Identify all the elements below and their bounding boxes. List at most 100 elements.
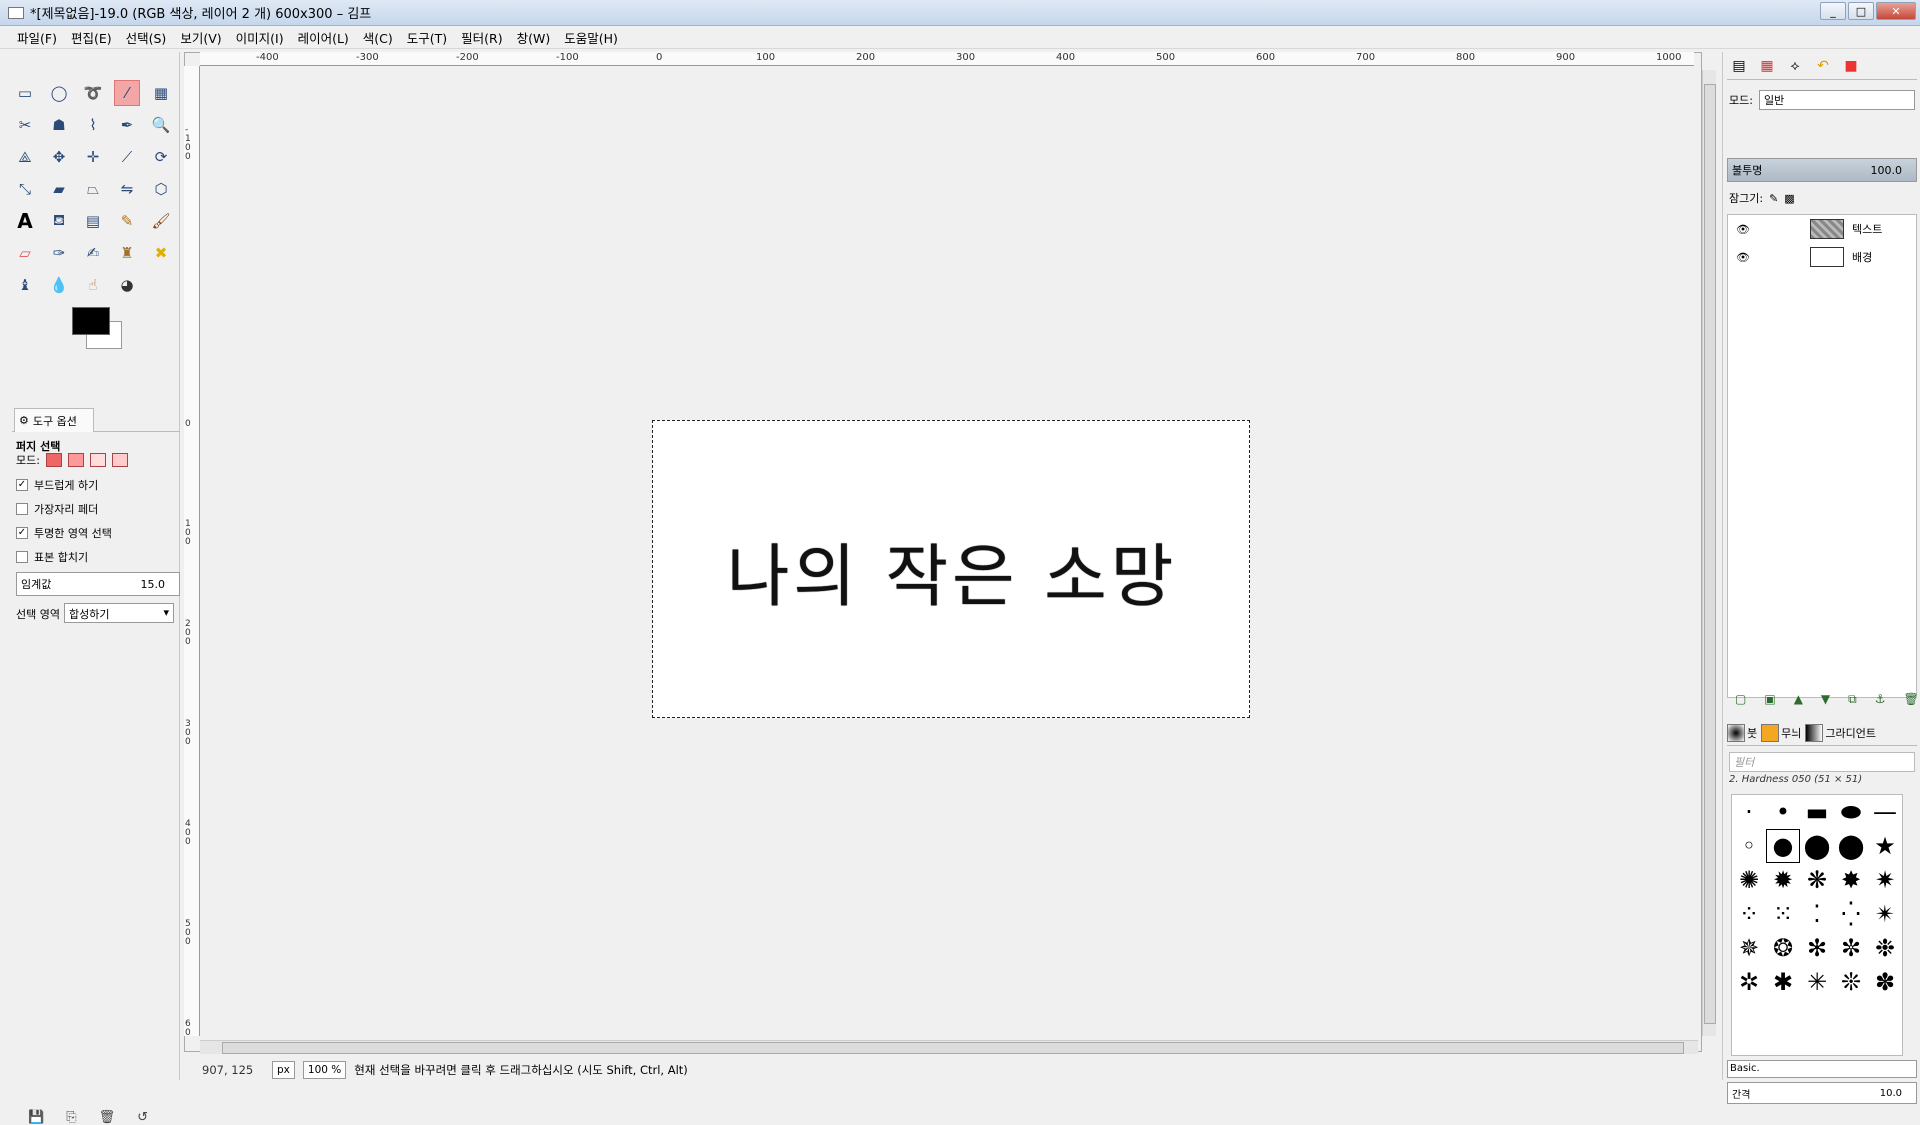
mode-intersect-button[interactable] xyxy=(111,453,128,467)
perspective-icon[interactable]: ⏢ xyxy=(80,176,106,202)
brush-item[interactable]: ▬ xyxy=(1800,795,1834,829)
scissors-select-icon[interactable]: ✂ xyxy=(12,112,38,138)
antialias-option[interactable]: ✓ 부드럽게 하기 xyxy=(16,477,98,493)
color-picker-icon[interactable]: ✒ xyxy=(114,112,140,138)
layer-row[interactable]: 👁 텍스트 xyxy=(1736,217,1920,241)
dodge-burn-icon[interactable]: ◕ xyxy=(114,272,140,298)
eye-icon[interactable]: 👁 xyxy=(1736,251,1750,264)
eraser-icon[interactable]: ▱ xyxy=(12,240,38,266)
tab-gradients[interactable]: 그라디언트 xyxy=(1805,723,1876,742)
brush-spacing-slider[interactable]: 간격 10.0 xyxy=(1727,1082,1917,1104)
anchor-layer-icon[interactable]: ⚓ xyxy=(1875,692,1886,707)
tool-options-tab[interactable]: ⚙ 도구 옵션 xyxy=(14,408,94,432)
vertical-scrollbar-thumb[interactable] xyxy=(1704,84,1716,1024)
brush-item[interactable]: ✳ xyxy=(1800,965,1834,999)
undo-tab-icon[interactable]: ↶ xyxy=(1811,54,1835,78)
zoom-select[interactable]: 100 % xyxy=(302,1061,347,1079)
sample-merged-checkbox[interactable] xyxy=(16,551,28,563)
brush-item[interactable]: ⁛ xyxy=(1834,897,1868,931)
lock-pixels-icon[interactable]: ✎ xyxy=(1769,192,1778,205)
vertical-scrollbar[interactable] xyxy=(1702,70,1716,1036)
tab-brushes[interactable]: 붓 xyxy=(1727,723,1757,742)
menu-edit[interactable]: 편집(E) xyxy=(64,26,119,49)
brush-item[interactable]: ⁙ xyxy=(1766,897,1800,931)
unit-select[interactable]: px xyxy=(272,1061,295,1079)
brush-item[interactable]: ✷ xyxy=(1868,863,1902,897)
heal-icon[interactable]: ✖ xyxy=(148,240,174,266)
crop-icon[interactable]: ⟋ xyxy=(114,144,140,170)
channels-tab-icon[interactable]: ▦ xyxy=(1755,54,1779,78)
brush-item[interactable]: ❋ xyxy=(1800,863,1834,897)
threshold-spinner[interactable]: 임계값 15.0 xyxy=(16,572,180,596)
brush-item[interactable]: ✱ xyxy=(1766,965,1800,999)
brush-item[interactable]: ✵ xyxy=(1732,931,1766,965)
brush-item[interactable]: ✸ xyxy=(1834,863,1868,897)
ink-icon[interactable]: ✍ xyxy=(80,240,106,266)
transparent-option[interactable]: ✓ 투명한 영역 선택 xyxy=(16,525,112,541)
layer-row[interactable]: 👁 배경 xyxy=(1736,245,1920,269)
save-options-icon[interactable]: 💾 xyxy=(28,1110,44,1125)
antialias-checkbox[interactable]: ✓ xyxy=(16,479,28,491)
foreground-select-icon[interactable]: ☗ xyxy=(46,112,72,138)
brush-item[interactable]: • xyxy=(1766,795,1800,829)
opacity-slider[interactable]: 불투명 100.0 xyxy=(1727,158,1917,182)
text-tool-icon[interactable]: A xyxy=(12,208,38,234)
measure-icon[interactable]: ⟁ xyxy=(12,144,38,170)
maximize-button[interactable]: □ xyxy=(1848,2,1874,20)
brush-item[interactable]: ★ xyxy=(1868,829,1902,863)
raise-layer-icon[interactable]: ▲ xyxy=(1794,692,1803,707)
brush-item[interactable]: ✼ xyxy=(1834,931,1868,965)
feather-option[interactable]: 가장자리 페더 xyxy=(16,501,98,517)
blend-icon[interactable]: ▤ xyxy=(80,208,106,234)
lower-layer-icon[interactable]: ▼ xyxy=(1821,692,1830,707)
brush-item[interactable]: ✺ xyxy=(1732,863,1766,897)
mode-subtract-button[interactable] xyxy=(89,453,106,467)
images-tab-icon[interactable]: ■ xyxy=(1839,54,1863,78)
feather-checkbox[interactable] xyxy=(16,503,28,515)
menu-image[interactable]: 이미지(I) xyxy=(229,26,291,49)
paintbrush-icon[interactable]: 🖌 xyxy=(148,208,174,234)
brush-item[interactable]: ❉ xyxy=(1868,931,1902,965)
brush-item[interactable]: ⁘ xyxy=(1732,897,1766,931)
brush-item[interactable]: ❂ xyxy=(1766,931,1800,965)
rect-select-icon[interactable]: ▭ xyxy=(12,80,38,106)
brush-item[interactable]: ✽ xyxy=(1868,965,1902,999)
vertical-ruler[interactable]: -100 0 100 200 300 400 500 600 xyxy=(184,66,200,1036)
transparent-checkbox[interactable]: ✓ xyxy=(16,527,28,539)
delete-layer-icon[interactable]: 🗑 xyxy=(1904,692,1919,707)
perspective-clone-icon[interactable]: ♝ xyxy=(12,272,38,298)
duplicate-layer-icon[interactable]: ⧉ xyxy=(1848,692,1857,707)
lock-alpha-icon[interactable]: ▩ xyxy=(1784,192,1794,205)
shear-icon[interactable]: ▰ xyxy=(46,176,72,202)
eye-icon[interactable]: 👁 xyxy=(1736,223,1750,236)
brush-item[interactable]: ⁚ xyxy=(1800,897,1834,931)
airbrush-icon[interactable]: ✑ xyxy=(46,240,72,266)
blur-icon[interactable]: 💧 xyxy=(46,272,72,298)
menu-windows[interactable]: 창(W) xyxy=(510,26,558,49)
brush-filter-input[interactable]: 필터 xyxy=(1729,752,1915,772)
horizontal-scrollbar-thumb[interactable] xyxy=(222,1042,1684,1054)
menu-colors[interactable]: 색(C) xyxy=(356,26,400,49)
zoom-icon[interactable]: 🔍 xyxy=(148,112,174,138)
paths-tab-icon[interactable]: ⟡ xyxy=(1783,54,1807,78)
menu-view[interactable]: 보기(V) xyxy=(173,26,228,49)
brush-item[interactable]: — xyxy=(1868,795,1902,829)
tab-patterns[interactable]: 무늬 xyxy=(1761,723,1801,742)
layers-tab-icon[interactable]: ▤ xyxy=(1727,54,1751,78)
smudge-icon[interactable]: ☝ xyxy=(80,272,106,298)
menu-help[interactable]: 도움말(H) xyxy=(557,26,625,49)
align-icon[interactable]: ✛ xyxy=(80,144,106,170)
brush-item[interactable]: ✲ xyxy=(1732,965,1766,999)
brush-item[interactable]: ❊ xyxy=(1834,965,1868,999)
canvas-image[interactable]: 나의 작은 소망 xyxy=(652,420,1250,718)
free-select-icon[interactable]: ➰ xyxy=(80,80,106,106)
sample-merged-option[interactable]: 표본 합치기 xyxy=(16,549,88,565)
layer-mode-dropdown[interactable]: 일반 xyxy=(1758,90,1915,110)
reset-options-icon[interactable]: ↺ xyxy=(137,1110,148,1125)
fuzzy-select-icon[interactable]: ⁄ xyxy=(114,80,140,106)
brush-item[interactable]: ✴ xyxy=(1868,897,1902,931)
brush-item[interactable]: ⬤ xyxy=(1800,829,1834,863)
brush-item[interactable]: ⬤ xyxy=(1834,829,1868,863)
paths-icon[interactable]: ⌇ xyxy=(80,112,106,138)
foreground-color-swatch[interactable] xyxy=(72,307,110,335)
